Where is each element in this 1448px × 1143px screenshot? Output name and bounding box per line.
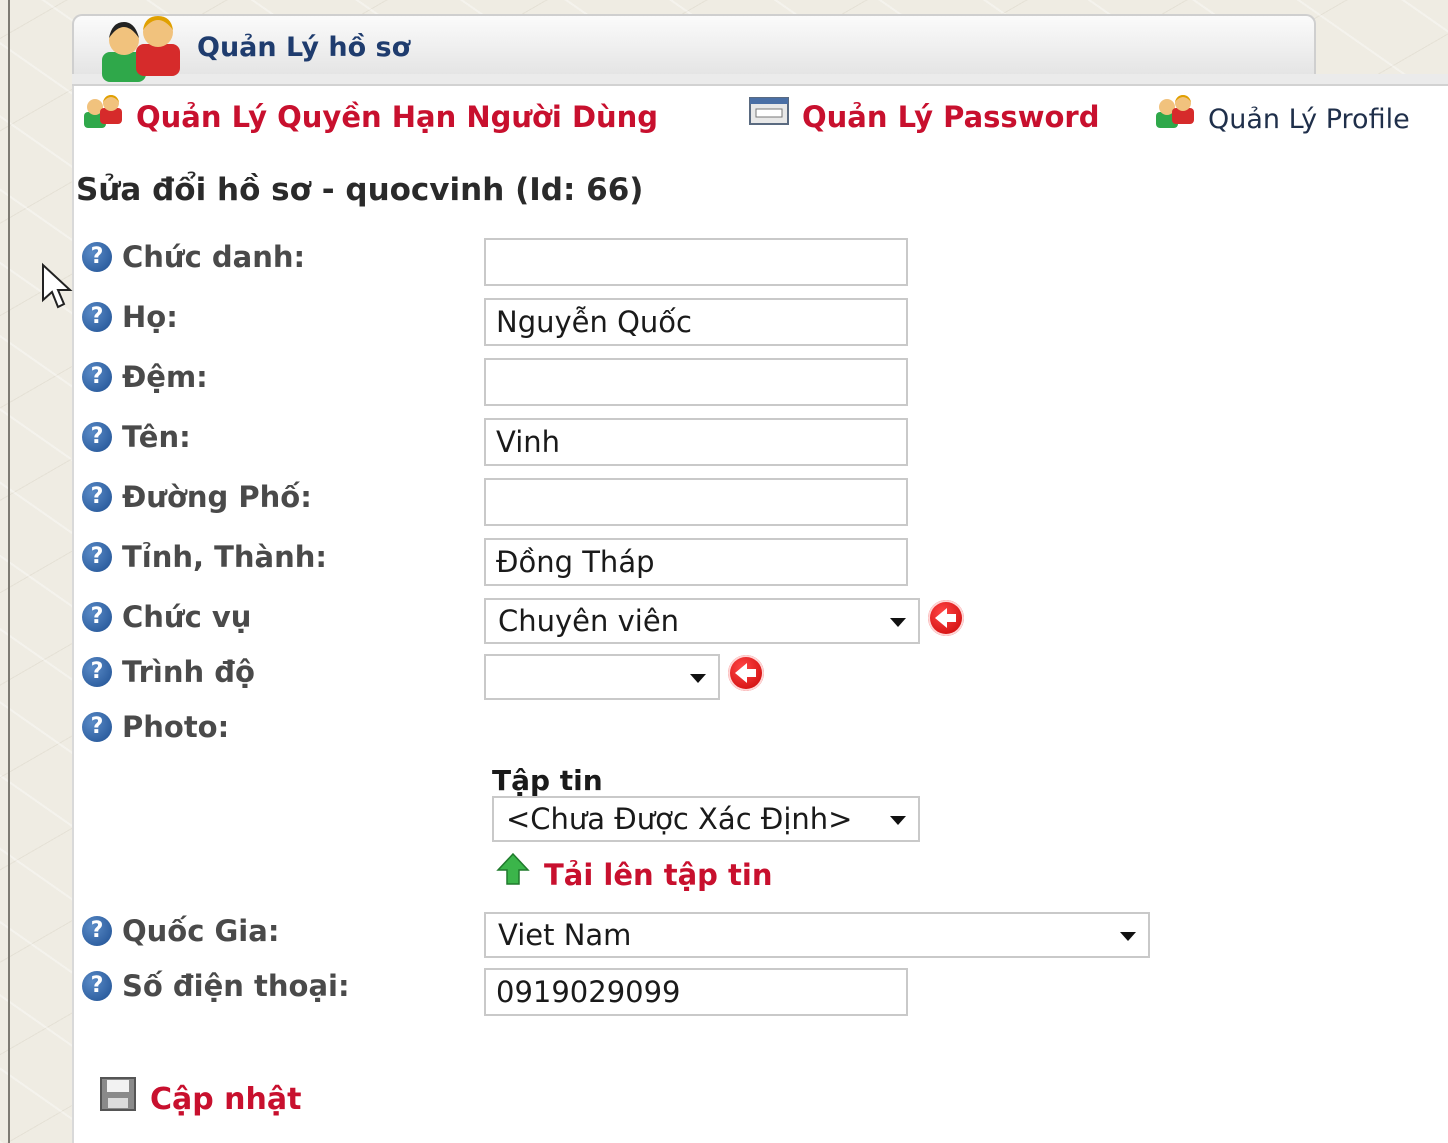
last-name-input[interactable]: Nguyễn Quốc <box>484 298 908 346</box>
level-label: ? Trình độ <box>82 655 255 689</box>
first-name-input[interactable]: Vinh <box>484 418 908 466</box>
last-name-label-text: Họ: <box>122 300 178 334</box>
help-icon[interactable]: ? <box>82 971 112 1001</box>
help-icon[interactable]: ? <box>82 542 112 572</box>
position-label: ? Chức vụ <box>82 600 251 634</box>
upload-arrow-icon <box>496 852 530 885</box>
last-name-label: ? Họ: <box>82 300 178 334</box>
position-select[interactable]: Chuyên viên <box>484 598 920 644</box>
help-icon[interactable]: ? <box>82 916 112 946</box>
level-label-text: Trình độ <box>122 655 255 689</box>
province-label-text: Tỉnh, Thành: <box>122 540 328 574</box>
photo-label: ? Photo: <box>82 710 229 744</box>
chevron-down-icon <box>890 816 906 825</box>
mouse-cursor-icon <box>42 262 73 309</box>
user-group-icon <box>84 95 122 128</box>
help-icon[interactable]: ? <box>82 482 112 512</box>
position-select-value: Chuyên viên <box>498 604 680 638</box>
menu-password[interactable]: Quản Lý Password <box>802 100 1099 134</box>
floppy-disk-icon <box>100 1077 136 1111</box>
save-button[interactable]: Cập nhật <box>150 1082 301 1117</box>
back-arrow-icon[interactable] <box>728 655 764 691</box>
photo-label-text: Photo: <box>122 710 230 744</box>
province-label: ? Tỉnh, Thành: <box>82 540 327 574</box>
help-icon[interactable]: ? <box>82 422 112 452</box>
module-title: Quản Lý hồ sơ <box>197 32 411 63</box>
street-input[interactable] <box>484 478 908 526</box>
file-select-value: <Chưa Được Xác Định> <box>506 802 853 836</box>
help-icon[interactable]: ? <box>82 362 112 392</box>
help-icon[interactable]: ? <box>82 657 112 687</box>
help-icon[interactable]: ? <box>82 302 112 332</box>
middle-name-input[interactable] <box>484 358 908 406</box>
user-group-icon <box>102 16 180 82</box>
country-label: ? Quốc Gia: <box>82 914 279 948</box>
password-icon <box>749 97 789 125</box>
country-select[interactable]: Viet Nam <box>484 912 1150 958</box>
chevron-down-icon <box>890 618 906 627</box>
title-label: ? Chức danh: <box>82 240 305 274</box>
phone-label: ? Số điện thoại: <box>82 969 350 1003</box>
first-name-label-text: Tên: <box>122 420 191 454</box>
tab-underline <box>72 74 1448 86</box>
help-icon[interactable]: ? <box>82 712 112 742</box>
middle-name-label-text: Đệm: <box>122 360 208 394</box>
menu-user-permissions[interactable]: Quản Lý Quyền Hạn Người Dùng <box>136 100 658 134</box>
title-label-text: Chức danh: <box>122 240 306 274</box>
country-label-text: Quốc Gia: <box>122 914 280 948</box>
chevron-down-icon <box>1120 932 1136 941</box>
country-select-value: Viet Nam <box>498 918 632 952</box>
phone-input[interactable]: 0919029099 <box>484 968 908 1016</box>
user-group-icon <box>1156 95 1194 128</box>
phone-label-text: Số điện thoại: <box>122 969 350 1003</box>
file-label: Tập tin <box>492 764 603 797</box>
title-input[interactable] <box>484 238 908 286</box>
help-icon[interactable]: ? <box>82 602 112 632</box>
page-heading: Sửa đổi hồ sơ - quocvinh (Id: 66) <box>76 172 644 208</box>
street-label: ? Đường Phố: <box>82 480 312 514</box>
level-select[interactable] <box>484 654 720 700</box>
province-input[interactable]: Đồng Tháp <box>484 538 908 586</box>
street-label-text: Đường Phố: <box>122 480 312 514</box>
left-divider <box>8 0 10 1143</box>
help-icon[interactable]: ? <box>82 242 112 272</box>
middle-name-label: ? Đệm: <box>82 360 208 394</box>
chevron-down-icon <box>690 674 706 683</box>
back-arrow-icon[interactable] <box>928 600 964 636</box>
menu-profile[interactable]: Quản Lý Profile <box>1208 104 1410 135</box>
first-name-label: ? Tên: <box>82 420 191 454</box>
position-label-text: Chức vụ <box>122 600 252 634</box>
upload-file-link[interactable]: Tải lên tập tin <box>544 858 772 892</box>
file-select[interactable]: <Chưa Được Xác Định> <box>492 796 920 842</box>
